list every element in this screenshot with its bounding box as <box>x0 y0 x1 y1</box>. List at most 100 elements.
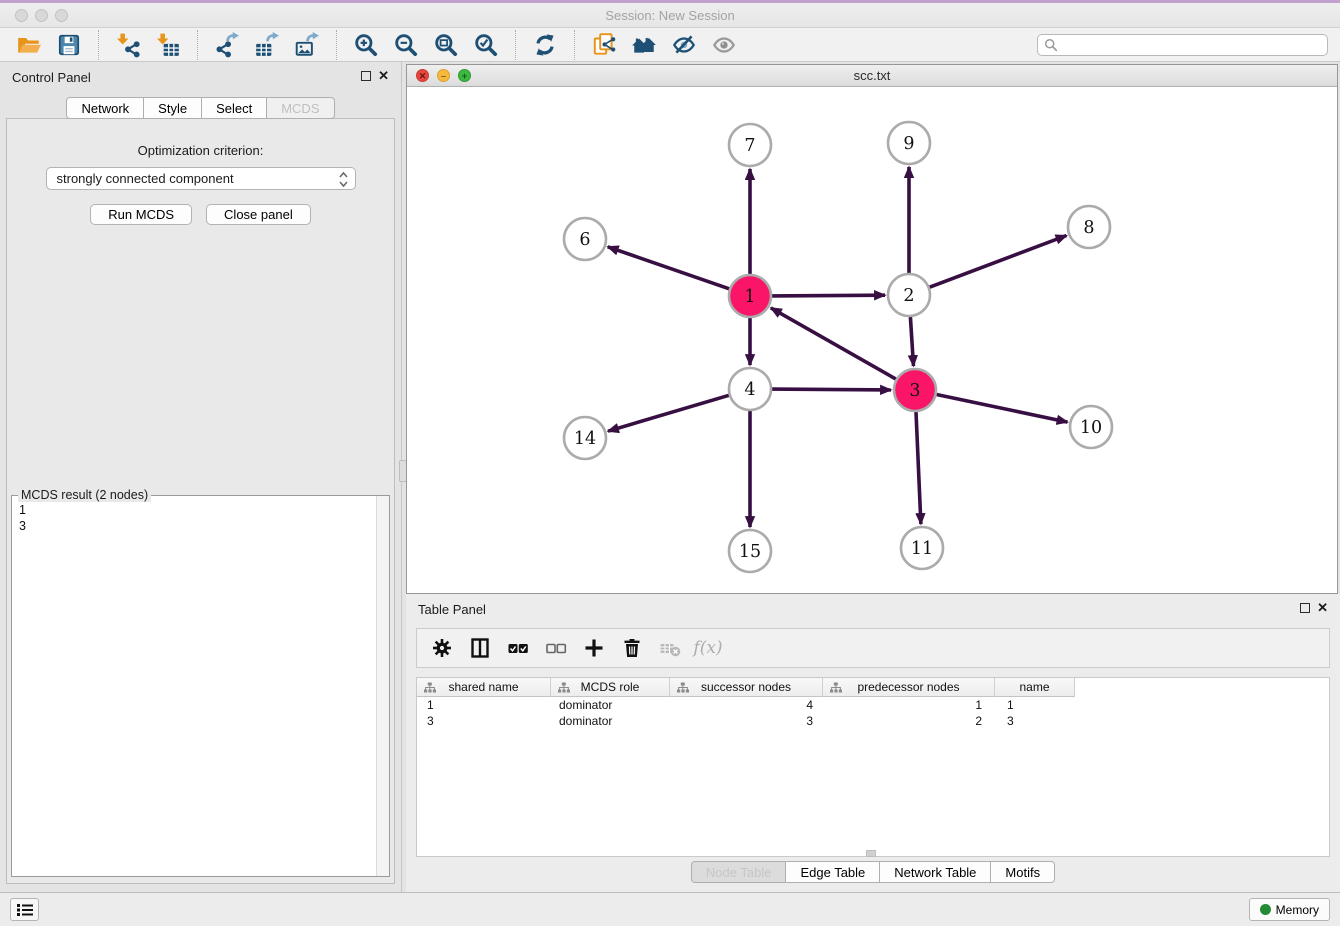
tab-edge-table[interactable]: Edge Table <box>786 861 880 883</box>
graph-node-label: 4 <box>744 380 755 400</box>
column-header-MCDS-role[interactable]: MCDS role <box>551 678 670 697</box>
table-options-button[interactable] <box>425 632 459 664</box>
horizontal-splitter-handle[interactable] <box>866 850 876 857</box>
graph-edge-3-10[interactable] <box>937 395 1068 423</box>
table-cell[interactable]: 3 <box>995 713 1075 729</box>
zoom-in-button[interactable] <box>346 30 386 60</box>
hierarchy-icon <box>424 682 436 696</box>
export-table-button[interactable] <box>247 30 287 60</box>
save-session-button[interactable] <box>49 30 89 60</box>
table-cell[interactable]: dominator <box>551 713 670 729</box>
memory-button[interactable]: Memory <box>1249 898 1330 921</box>
graph-edge-4-3[interactable] <box>772 389 891 390</box>
table-body: 1dominator4113dominator323 <box>417 697 1329 729</box>
run-mcds-button[interactable]: Run MCDS <box>90 204 192 225</box>
graph-node-4[interactable]: 4 <box>729 368 771 410</box>
toolbar-group <box>575 30 753 60</box>
graph-node-label: 6 <box>579 230 590 250</box>
graph-node-8[interactable]: 8 <box>1068 206 1110 248</box>
float-panel-icon[interactable] <box>361 71 371 81</box>
graph-edge-1-2[interactable] <box>772 295 885 296</box>
close-table-panel-icon[interactable]: ✕ <box>1317 600 1328 616</box>
tab-select[interactable]: Select <box>202 97 267 119</box>
graph-node-14[interactable]: 14 <box>564 417 606 459</box>
toolbar-group <box>0 30 99 60</box>
graph-node-3[interactable]: 3 <box>894 369 936 411</box>
table-cell[interactable]: 3 <box>417 713 551 729</box>
tab-motifs[interactable]: Motifs <box>991 861 1055 883</box>
result-scrollbar[interactable] <box>376 496 389 876</box>
graph-edge-3-1[interactable] <box>771 308 896 379</box>
table-cell[interactable]: 1 <box>995 697 1075 713</box>
table-row[interactable]: 3dominator323 <box>417 713 1329 729</box>
import-network-button[interactable] <box>108 30 148 60</box>
hide-selected-button[interactable] <box>664 30 704 60</box>
add-column-icon <box>582 636 606 660</box>
zoom-fit-button[interactable] <box>426 30 466 60</box>
zoom-out-button[interactable] <box>386 30 426 60</box>
network-view-window: ✕ – + scc.txt 1 2 3 4 6 7 8 9 10 11 14 15 <box>406 64 1338 594</box>
import-table-button[interactable] <box>148 30 188 60</box>
zoom-selected-button[interactable] <box>466 30 506 60</box>
graph-node-7[interactable]: 7 <box>729 124 771 166</box>
criterion-select[interactable]: strongly connected component <box>46 167 356 190</box>
tab-mcds[interactable]: MCDS <box>267 97 334 119</box>
graph-edge-2-8[interactable] <box>930 236 1067 288</box>
network-window-titlebar[interactable]: ✕ – + scc.txt <box>407 65 1337 87</box>
close-panel-button[interactable]: Close panel <box>206 204 311 225</box>
mcds-result-text[interactable]: 13 <box>12 498 376 876</box>
criterion-value: strongly connected component <box>57 171 234 186</box>
first-neighbors-button[interactable] <box>624 30 664 60</box>
tab-network-table[interactable]: Network Table <box>880 861 991 883</box>
new-network-from-selection-button[interactable] <box>584 30 624 60</box>
table-row[interactable]: 1dominator411 <box>417 697 1329 713</box>
table-cell[interactable]: dominator <box>551 697 670 713</box>
graph-edge-2-3[interactable] <box>910 317 913 366</box>
close-panel-icon[interactable]: ✕ <box>378 68 389 84</box>
tab-node-table[interactable]: Node Table <box>691 861 787 883</box>
graph-node-10[interactable]: 10 <box>1070 406 1112 448</box>
tab-network[interactable]: Network <box>66 97 144 119</box>
table-cell[interactable]: 1 <box>417 697 551 713</box>
memory-label: Memory <box>1276 903 1319 917</box>
float-table-panel-icon[interactable] <box>1300 603 1310 613</box>
first-neighbors-icon <box>631 32 657 58</box>
graph-node-11[interactable]: 11 <box>901 527 943 569</box>
apply-layout-button[interactable] <box>525 30 565 60</box>
export-image-button[interactable] <box>287 30 327 60</box>
column-header-predecessor-nodes[interactable]: predecessor nodes <box>823 678 995 697</box>
search-input[interactable] <box>1037 34 1328 56</box>
table-cell[interactable]: 3 <box>670 713 823 729</box>
split-view-button[interactable] <box>463 632 497 664</box>
column-header-successor-nodes[interactable]: successor nodes <box>670 678 823 697</box>
deselect-all-button[interactable] <box>539 632 573 664</box>
tab-style[interactable]: Style <box>144 97 202 119</box>
graph-node-9[interactable]: 9 <box>888 122 930 164</box>
graph-node-6[interactable]: 6 <box>564 218 606 260</box>
apply-layout-icon <box>532 32 558 58</box>
graph-node-label: 14 <box>574 429 596 449</box>
control-panel-header: Control Panel ✕ <box>0 62 401 90</box>
export-network-button[interactable] <box>207 30 247 60</box>
graph-node-15[interactable]: 15 <box>729 530 771 572</box>
graph-edge-1-6[interactable] <box>608 247 730 289</box>
table-panel-title: Table Panel <box>418 602 486 617</box>
column-header-shared-name[interactable]: shared name <box>417 678 551 697</box>
graph-node-1[interactable]: 1 <box>729 275 771 317</box>
column-header-name[interactable]: name <box>995 678 1075 697</box>
function-builder-button: f(x) <box>691 632 725 664</box>
open-session-button[interactable] <box>9 30 49 60</box>
select-all-button[interactable] <box>501 632 535 664</box>
graph-edge-4-14[interactable] <box>608 395 729 431</box>
table-cell[interactable]: 4 <box>670 697 823 713</box>
hierarchy-icon <box>558 682 570 696</box>
graph-node-2[interactable]: 2 <box>888 274 930 316</box>
network-canvas[interactable]: 1 2 3 4 6 7 8 9 10 11 14 15 <box>407 87 1337 593</box>
table-cell[interactable]: 2 <box>823 713 995 729</box>
panel-menu-button[interactable] <box>10 898 39 921</box>
graph-edge-3-11[interactable] <box>916 412 921 524</box>
delete-column-button[interactable] <box>615 632 649 664</box>
add-column-button[interactable] <box>577 632 611 664</box>
show-all-button[interactable] <box>704 30 744 60</box>
table-cell[interactable]: 1 <box>823 697 995 713</box>
